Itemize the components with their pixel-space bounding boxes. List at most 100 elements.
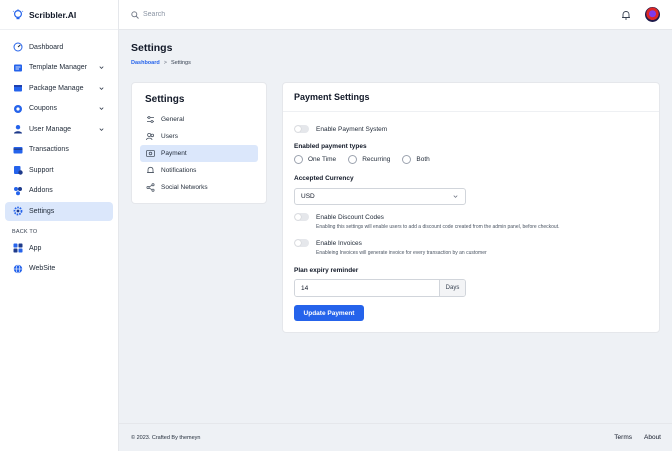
footer-link-terms[interactable]: Terms bbox=[614, 434, 632, 441]
invoices-label: Enable Invoices bbox=[316, 239, 362, 247]
sidebar-item-label: Package Manage bbox=[29, 84, 84, 92]
sidebar-item-template-manager[interactable]: Template Manager bbox=[5, 58, 113, 77]
update-payment-button[interactable]: Update Payment bbox=[294, 305, 364, 321]
payment-icon bbox=[146, 150, 155, 157]
currency-heading-row: Accepted Currency bbox=[294, 175, 354, 182]
sidebar-item-transactions[interactable]: Transactions bbox=[5, 140, 113, 159]
breadcrumb-separator: > bbox=[163, 60, 167, 66]
gauge-icon bbox=[13, 42, 23, 52]
users-icon bbox=[146, 132, 154, 141]
sidebar-item-settings[interactable]: Settings bbox=[5, 201, 113, 221]
sidebar-nav: Dashboard Template Manager Package Manag… bbox=[0, 30, 118, 278]
topbar-actions bbox=[621, 7, 660, 22]
settings-item-notifications[interactable]: Notifications bbox=[140, 162, 258, 179]
sidebar-item-app[interactable]: App bbox=[5, 239, 113, 258]
share-icon bbox=[146, 183, 155, 192]
payment-types-radio-group: One Time Recurring Both bbox=[294, 155, 442, 164]
copyright-text: © 2023. Crafted By themeyn bbox=[131, 434, 201, 441]
sidebar-item-label: Support bbox=[29, 166, 54, 174]
radio-recurring[interactable] bbox=[348, 155, 358, 164]
radio-one-time[interactable] bbox=[294, 155, 303, 164]
breadcrumb-home-link[interactable]: Dashboard bbox=[131, 60, 160, 66]
chevron-down-icon bbox=[99, 86, 104, 90]
settings-item-label: General bbox=[161, 116, 185, 123]
topbar bbox=[119, 0, 672, 30]
gear-icon bbox=[13, 206, 23, 216]
settings-menu-card: Settings General Users Payment Notificat… bbox=[131, 82, 267, 204]
sidebar-item-package-manage[interactable]: Package Manage bbox=[5, 79, 113, 98]
footer: © 2023. Crafted By themeyn Terms About bbox=[119, 423, 672, 451]
settings-item-label: Notifications bbox=[161, 167, 197, 174]
discount-codes-row: Enable Discount Codes bbox=[294, 213, 384, 221]
sidebar-item-dashboard[interactable]: Dashboard bbox=[5, 38, 113, 57]
grid-icon bbox=[13, 243, 23, 253]
sidebar-item-website[interactable]: WebSite bbox=[5, 259, 113, 278]
chevron-down-icon bbox=[99, 66, 104, 69]
sidebar-item-coupons[interactable]: Coupons bbox=[5, 99, 113, 118]
sidebar-item-addons[interactable]: Addons bbox=[5, 181, 113, 200]
settings-item-label: Payment bbox=[161, 150, 187, 157]
payment-settings-title: Payment Settings bbox=[294, 92, 370, 102]
search-bar bbox=[131, 10, 263, 19]
sidebar-item-label: User Manage bbox=[29, 125, 72, 133]
support-icon bbox=[14, 166, 23, 175]
enable-payment-toggle[interactable] bbox=[294, 125, 309, 133]
avatar[interactable] bbox=[645, 7, 660, 22]
payment-settings-header: Payment Settings bbox=[283, 83, 659, 112]
card-icon bbox=[13, 146, 23, 153]
enable-payment-label: Enable Payment System bbox=[316, 125, 388, 133]
discount-codes-hint: Enabling this settings will enable users… bbox=[316, 224, 560, 230]
addons-icon bbox=[14, 186, 22, 195]
expiry-label: Plan expiry reminder bbox=[294, 267, 359, 274]
sidebar-item-label: Transactions bbox=[29, 146, 69, 153]
settings-menu-list: General Users Payment Notifications Soci… bbox=[132, 111, 266, 196]
settings-item-label: Social Networks bbox=[161, 184, 208, 191]
sidebar-item-label: Template Manager bbox=[29, 64, 87, 71]
payment-settings-card: Payment Settings Enable Payment System E… bbox=[282, 82, 660, 333]
template-icon bbox=[14, 64, 22, 71]
currency-select[interactable]: USD bbox=[294, 188, 466, 205]
brand[interactable]: Scribbler.AI bbox=[0, 0, 118, 30]
lightbulb-logo-icon bbox=[12, 8, 24, 19]
enable-payment-row: Enable Payment System bbox=[294, 125, 387, 133]
radio-both[interactable] bbox=[402, 155, 412, 164]
payment-types-heading-row: Enabled payment types bbox=[294, 143, 367, 150]
sidebar-item-label: App bbox=[29, 244, 42, 252]
expiry-heading-row: Plan expiry reminder bbox=[294, 267, 358, 274]
sidebar-item-label: WebSite bbox=[29, 265, 56, 272]
back-to-heading: BACK TO bbox=[12, 228, 38, 235]
package-icon bbox=[14, 85, 22, 92]
settings-item-users[interactable]: Users bbox=[140, 128, 258, 145]
footer-links: Terms About bbox=[614, 434, 661, 441]
currency-select-value: USD bbox=[301, 193, 315, 200]
search-input[interactable] bbox=[143, 11, 263, 18]
chevron-down-icon bbox=[99, 107, 104, 110]
settings-menu-title: Settings bbox=[145, 94, 185, 105]
sidebar-item-label: Dashboard bbox=[29, 43, 64, 51]
brand-name: Scribbler.AI bbox=[29, 9, 77, 20]
invoices-hint: Enableing Invoices will generate invoice… bbox=[316, 250, 487, 256]
chevron-down-icon bbox=[99, 127, 104, 131]
payment-types-label: Enabled payment types bbox=[294, 143, 367, 150]
invoices-row: Enable Invoices bbox=[294, 239, 362, 247]
discount-codes-label: Enable Discount Codes bbox=[316, 213, 384, 221]
settings-item-general[interactable]: General bbox=[140, 111, 258, 128]
sidebar-item-user-manage[interactable]: User Manage bbox=[5, 120, 113, 139]
currency-label: Accepted Currency bbox=[294, 175, 354, 182]
expiry-days-input[interactable] bbox=[295, 280, 439, 296]
sliders-icon bbox=[147, 116, 154, 123]
expiry-unit-addon: Days bbox=[439, 280, 465, 296]
settings-item-social-networks[interactable]: Social Networks bbox=[140, 179, 258, 196]
chevron-down-icon bbox=[453, 195, 458, 198]
discount-codes-toggle[interactable] bbox=[294, 213, 309, 221]
expiry-input-group: Days bbox=[294, 279, 466, 297]
sidebar: Scribbler.AI Dashboard Template Manager … bbox=[0, 0, 119, 451]
bell-icon[interactable] bbox=[621, 10, 631, 20]
globe-icon bbox=[13, 264, 23, 273]
sidebar-item-support[interactable]: Support bbox=[5, 161, 113, 180]
coupon-icon bbox=[14, 104, 22, 113]
footer-link-about[interactable]: About bbox=[644, 434, 661, 441]
invoices-toggle[interactable] bbox=[294, 239, 309, 247]
page-title: Settings bbox=[131, 42, 173, 54]
settings-item-payment[interactable]: Payment bbox=[140, 145, 258, 162]
